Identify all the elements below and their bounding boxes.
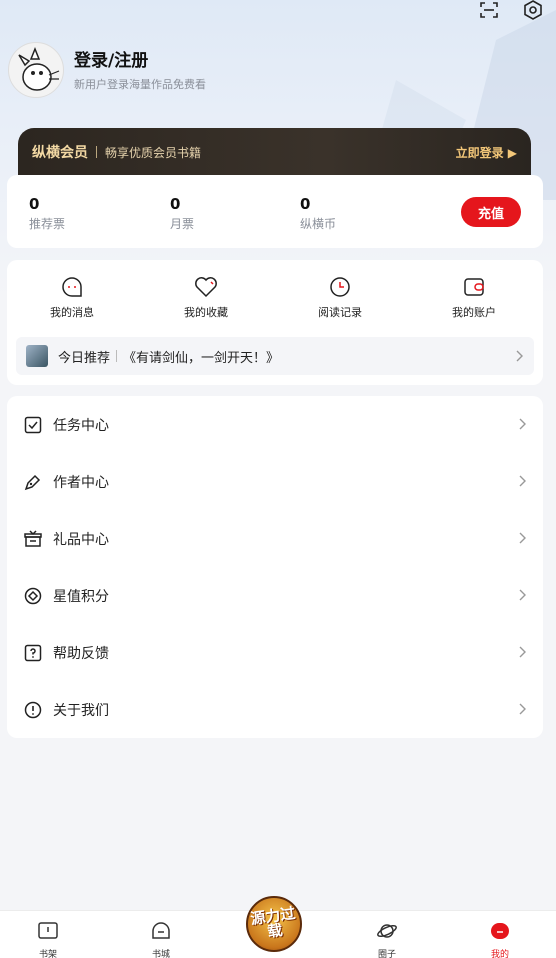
heart-icon (195, 277, 217, 298)
center-promo-badge[interactable]: 源力过载 (246, 896, 302, 952)
tab-profile[interactable]: 我的 (480, 921, 520, 958)
quick-my-messages[interactable]: 我的消息 (27, 276, 117, 320)
quick-label: 我的账户 (452, 306, 496, 319)
pen-icon (23, 472, 43, 492)
task-icon (23, 415, 43, 435)
quick-label: 我的收藏 (184, 306, 228, 319)
menu-gift-center[interactable]: 礼品中心 (7, 510, 543, 567)
tab-label: 书架 (38, 950, 57, 958)
planet-icon (377, 924, 397, 938)
stat-label: 纵横币 (300, 217, 337, 231)
stat-recommend-votes[interactable]: 0 推荐票 (29, 195, 65, 232)
menu-label: 星值积分 (53, 588, 109, 605)
stat-monthly-votes[interactable]: 0 月票 (170, 195, 194, 232)
quick-label: 我的消息 (50, 306, 94, 319)
login-register-link[interactable]: 登录/注册 (74, 46, 148, 71)
stat-coins[interactable]: 0 纵横币 (300, 195, 336, 232)
quick-my-favorites[interactable]: 我的收藏 (161, 276, 251, 320)
scan-icon[interactable] (476, 0, 502, 21)
menu-help-feedback[interactable]: 帮助反馈 (7, 624, 543, 681)
chevron-right-icon (519, 643, 527, 662)
menu-star-points[interactable]: 星值积分 (7, 567, 543, 624)
recommendation-label: 今日推荐 (58, 350, 111, 366)
menu-label: 任务中心 (53, 417, 109, 434)
avatar[interactable] (8, 42, 64, 98)
stat-value: 0 (300, 195, 311, 213)
stat-label: 月票 (170, 217, 195, 231)
menu-label: 关于我们 (53, 702, 109, 719)
info-icon (23, 700, 43, 720)
tab-circle[interactable]: 圈子 (367, 921, 407, 958)
menu-card: 任务中心 作者中心 礼品中心 星值积分 帮助反馈 关于我们 (7, 396, 543, 738)
stat-label: 推荐票 (29, 217, 66, 231)
settings-icon[interactable] (520, 0, 546, 21)
stats-card: 0 推荐票 0 月票 0 纵横币 充值 (7, 175, 543, 248)
chevron-right-icon (519, 415, 527, 434)
vip-title: 纵横会员 (32, 145, 88, 161)
tab-bookshelf[interactable]: 书架 (28, 921, 68, 958)
chevron-right-icon (519, 586, 527, 605)
help-icon (23, 643, 43, 663)
vip-banner[interactable]: 纵横会员 畅享优质会员书籍 立即登录 ▶ (18, 128, 531, 176)
quick-reading-history[interactable]: 阅读记录 (295, 276, 385, 320)
quick-label: 阅读记录 (318, 306, 362, 319)
chevron-right-icon (519, 700, 527, 719)
stat-value: 0 (29, 195, 40, 213)
gift-icon (23, 529, 43, 549)
menu-author-center[interactable]: 作者中心 (7, 453, 543, 510)
top-toolbar (476, 0, 546, 20)
vip-login-button[interactable]: 立即登录 ▶ (456, 144, 517, 161)
clock-icon (330, 277, 350, 297)
menu-label: 礼品中心 (53, 531, 109, 548)
recommendation-title: 《有请剑仙，一剑开天！》 (123, 350, 280, 366)
tab-bookstore[interactable]: 书城 (141, 921, 181, 958)
vip-description: 畅享优质会员书籍 (105, 145, 202, 160)
menu-task-center[interactable]: 任务中心 (7, 396, 543, 453)
wallet-icon (464, 278, 484, 296)
bookshelf-icon (38, 922, 58, 939)
center-badge-text: 源力过载 (249, 904, 297, 941)
tab-label: 圈子 (377, 950, 396, 958)
chevron-right-icon (519, 529, 527, 548)
bookstore-icon (152, 922, 170, 939)
login-subtitle: 新用户登录海量作品免费看 (74, 78, 206, 91)
tab-label: 书城 (151, 950, 170, 958)
menu-label: 作者中心 (53, 474, 109, 491)
chevron-right-icon (516, 347, 524, 366)
recharge-button[interactable]: 充值 (461, 197, 521, 227)
quick-my-account[interactable]: 我的账户 (429, 276, 519, 320)
chevron-right-icon (519, 472, 527, 491)
recommendation-cover (26, 345, 48, 367)
menu-label: 帮助反馈 (53, 645, 109, 662)
tab-label: 我的 (490, 950, 509, 958)
message-icon (62, 277, 82, 297)
recommendation-divider (116, 350, 118, 362)
stat-value: 0 (170, 195, 181, 213)
daily-recommendation[interactable]: 今日推荐 《有请剑仙，一剑开天！》 (16, 337, 534, 375)
quick-actions-card: 我的消息 我的收藏 阅读记录 我的账户 今日推荐 《有请剑仙，一剑开天！》 (7, 260, 543, 385)
vip-divider (96, 146, 97, 158)
profile-icon (491, 923, 509, 939)
points-icon (23, 586, 43, 606)
menu-about-us[interactable]: 关于我们 (7, 681, 543, 738)
